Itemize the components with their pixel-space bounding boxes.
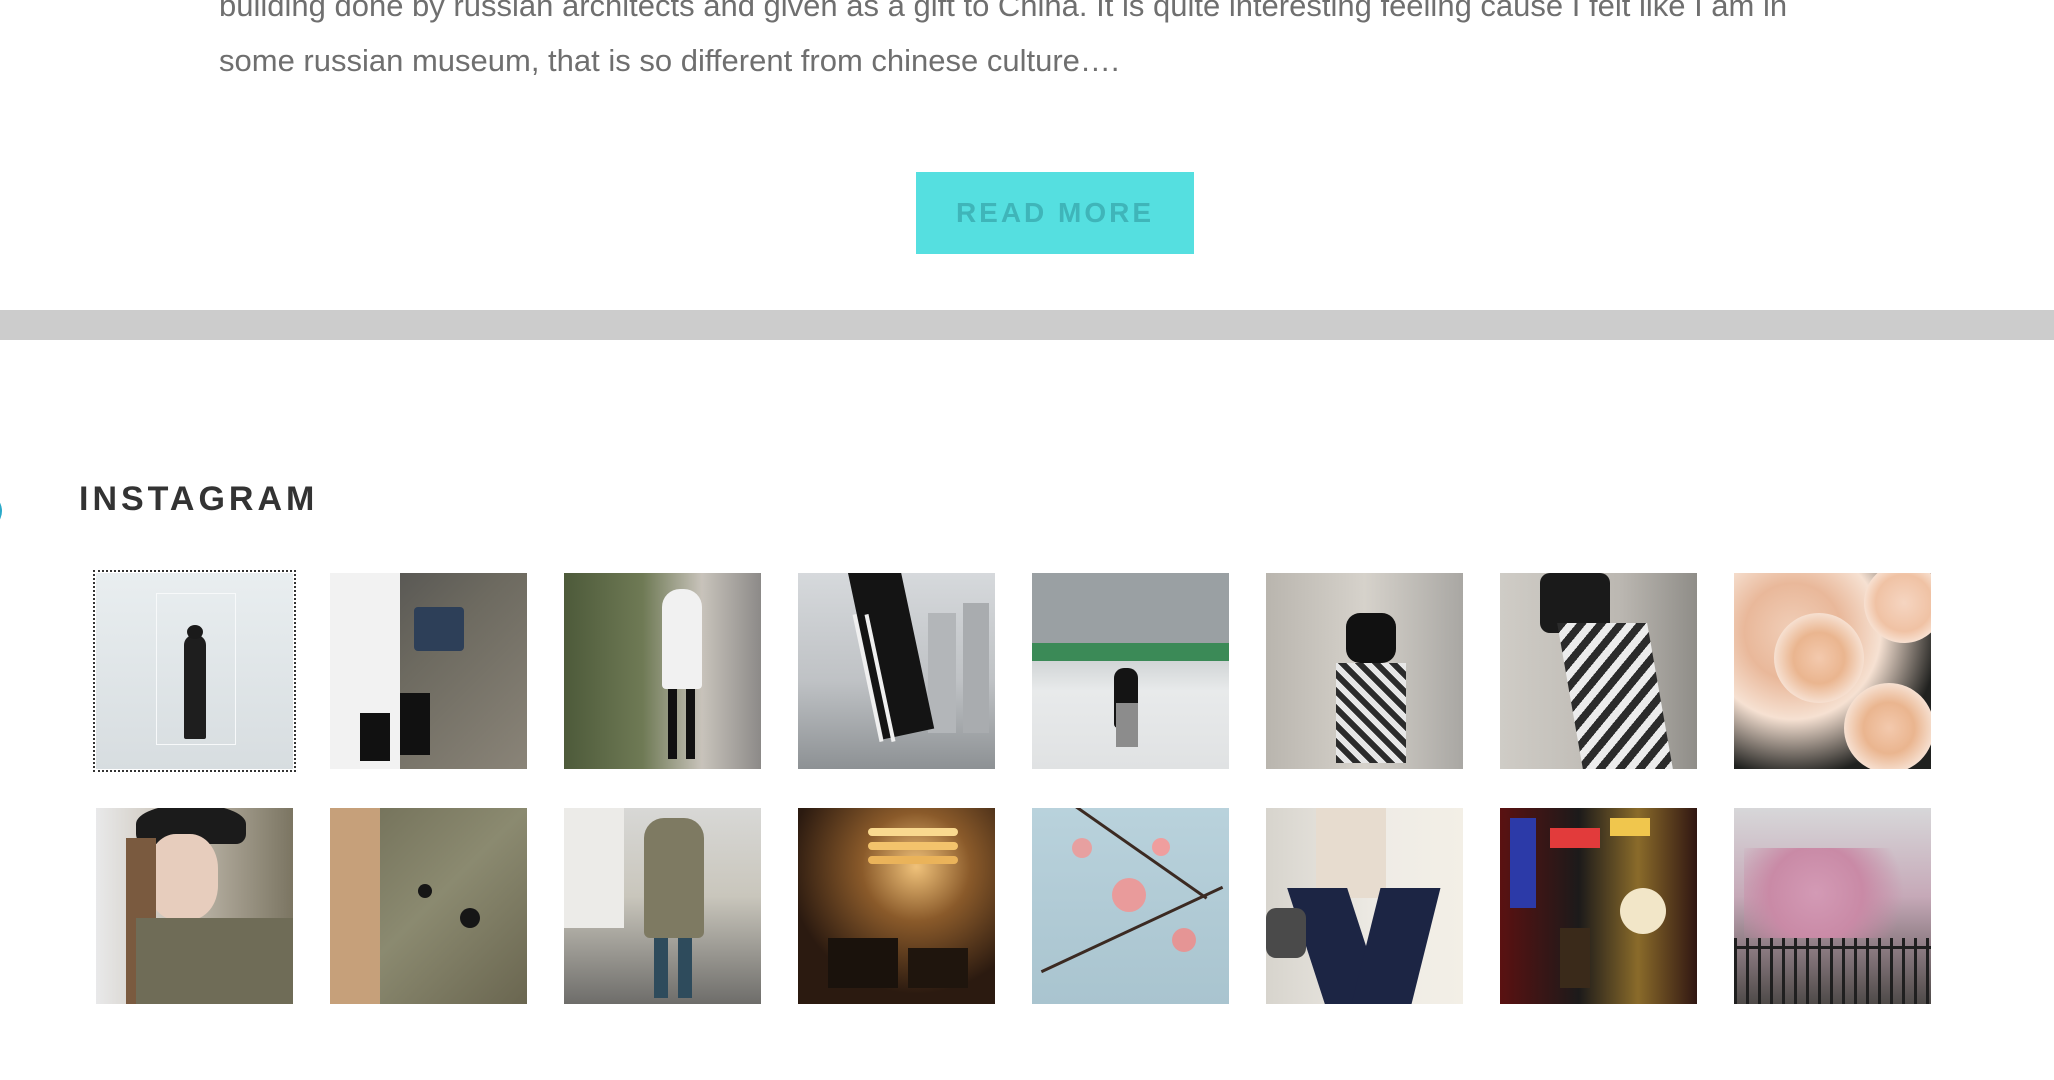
instagram-photo-floral-pants-walking[interactable] (1500, 573, 1697, 769)
instagram-photo-cherry-blossoms-sky[interactable] (1032, 808, 1229, 1004)
instagram-photo-floral-dress-street[interactable] (1266, 573, 1463, 769)
instagram-photo-peach-roses[interactable] (1734, 573, 1931, 769)
instagram-grid (93, 570, 1936, 1004)
instagram-photo-trench-coat-walking[interactable] (564, 808, 761, 1004)
instagram-photo-legs-with-striped-pants-city[interactable] (798, 573, 995, 769)
post-excerpt-line-2: some russian museum, that is so differen… (219, 43, 1120, 78)
instagram-photo-pink-magnolia-fence[interactable] (1734, 808, 1931, 1004)
instagram-heading: INSTAGRAM (79, 480, 319, 518)
instagram-photo-olive-jacket-closeup[interactable] (330, 808, 527, 1004)
section-divider (0, 310, 2054, 340)
page: building done by russian architects and … (0, 0, 2054, 1080)
instagram-photo-cafe-interior-lights[interactable] (798, 808, 995, 1004)
instagram-photo-woman-with-white-coat-street[interactable] (564, 573, 761, 769)
post-excerpt-line-1: building done by russian architects and … (219, 0, 1788, 23)
instagram-photo-neon-signs-street[interactable] (1500, 808, 1697, 1004)
instagram-photo-bund-building-square[interactable] (1032, 573, 1229, 769)
instagram-photo-woman-with-beret-portrait[interactable] (96, 808, 293, 1004)
post-excerpt: building done by russian architects and … (219, 0, 1919, 88)
read-more-button[interactable]: READ MORE (916, 172, 1194, 254)
instagram-photo-wide-navy-trousers[interactable] (1266, 808, 1463, 1004)
instagram-photo-shoes-and-blue-bag[interactable] (330, 573, 527, 769)
instagram-photo-woman-in-white-corridor[interactable] (93, 570, 296, 772)
side-scroll-indicator[interactable] (0, 493, 2, 529)
